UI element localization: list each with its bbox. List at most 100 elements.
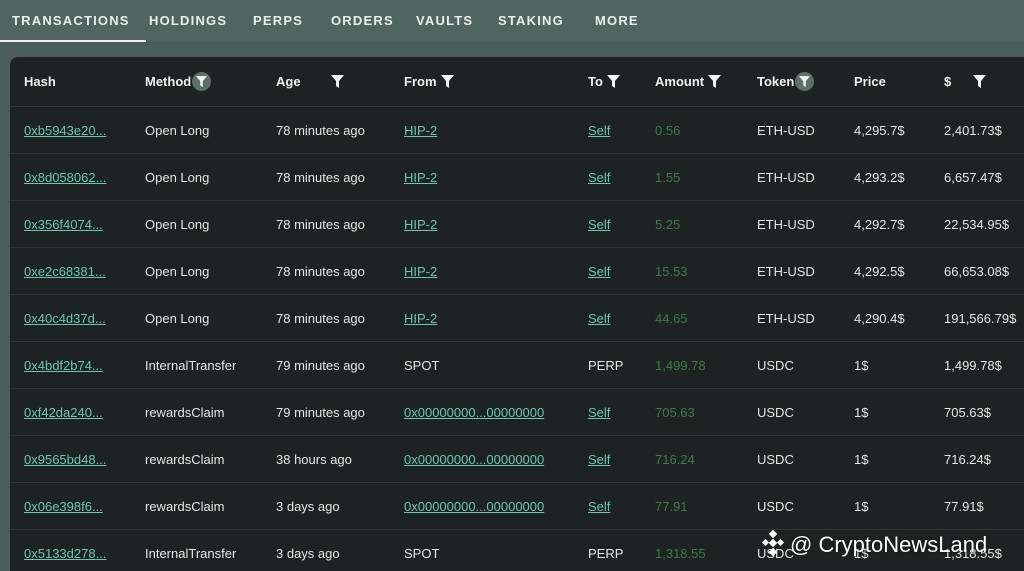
cell-age: 3 days ago (276, 483, 340, 530)
cell-token: ETH-USD (757, 295, 815, 342)
tab-holdings[interactable]: HOLDINGS (149, 0, 227, 42)
cell-method: Open Long (145, 248, 209, 295)
cell-usd: 705.63$ (944, 389, 991, 436)
cell-hash-link[interactable]: 0x06e398f6... (24, 499, 103, 514)
column-header-label: Hash (24, 74, 56, 89)
cell-to-link[interactable]: Self (588, 405, 610, 420)
cell-to: Self (588, 436, 610, 483)
cell-to-link[interactable]: Self (588, 311, 610, 326)
cell-hash-link[interactable]: 0x5133d278... (24, 546, 106, 561)
table-row: 0xe2c68381... Open Long 78 minutes ago HIP-… (10, 248, 1024, 295)
cell-price: 4,292.5$ (854, 248, 905, 295)
cell-method: Open Long (145, 295, 209, 342)
cell-hash-link[interactable]: 0xb5943e20... (24, 123, 106, 138)
cell-amount: 5.25 (655, 201, 680, 248)
cell-hash-link[interactable]: 0x356f4074... (24, 217, 103, 232)
cell-hash: 0x06e398f6... (24, 483, 103, 530)
cell-price: 4,292.7$ (854, 201, 905, 248)
cell-to: Self (588, 389, 610, 436)
cell-hash-link[interactable]: 0xe2c68381... (24, 264, 106, 279)
cell-hash-link[interactable]: 0x4bdf2b74... (24, 358, 103, 373)
cell-amount: 1,318.55 (655, 530, 706, 571)
tab-vaults[interactable]: VAULTS (416, 0, 473, 42)
column-header-label: Price (854, 74, 886, 89)
cell-age: 38 hours ago (276, 436, 352, 483)
cell-age: 78 minutes ago (276, 217, 365, 232)
cell-age: 78 minutes ago (276, 248, 365, 295)
cell-amount: 5.25 (655, 217, 681, 232)
cell-method: InternalTransfer (145, 530, 236, 571)
cell-from-link[interactable]: 0x00000000...00000000 (404, 499, 544, 514)
cell-amount: 1,318.55 (655, 546, 706, 561)
cell-from-link[interactable]: 0x00000000...00000000 (404, 452, 544, 467)
cell-amount: 15.53 (655, 264, 688, 279)
cell-from-link[interactable]: 0x00000000...00000000 (404, 405, 544, 420)
cell-to-link[interactable]: Self (588, 170, 610, 185)
filter-icon[interactable] (440, 57, 454, 107)
filter-icon[interactable] (192, 72, 212, 92)
cell-to-link[interactable]: Self (588, 217, 610, 232)
tab-orders[interactable]: ORDERS (331, 0, 394, 42)
cell-price: 1$ (854, 389, 868, 436)
cell-amount: 0.56 (655, 107, 680, 154)
cell-hash: 0x5133d278... (24, 530, 106, 571)
cell-from-link[interactable]: HIP-2 (404, 217, 437, 232)
tab-staking[interactable]: STAKING (498, 0, 564, 42)
cell-usd: 705.63$ (944, 405, 991, 420)
cell-method: Open Long (145, 201, 209, 248)
cell-to-link[interactable]: Self (588, 123, 610, 138)
table-row: 0x40c4d37d... Open Long 78 minutes ago HIP-… (10, 295, 1024, 342)
column-header-label: Amount (655, 74, 705, 89)
cell-from: HIP-2 (404, 295, 437, 342)
cell-from-link[interactable]: HIP-2 (404, 170, 437, 185)
cell-usd: 77.91$ (944, 499, 984, 514)
column-header-label: Age (276, 74, 301, 89)
tab-more[interactable]: MORE (595, 0, 639, 42)
cell-hash: 0x9565bd48... (24, 436, 106, 483)
cell-amount: 1,499.78 (655, 358, 706, 373)
cell-from-link[interactable]: HIP-2 (404, 264, 437, 279)
cell-token: USDC (757, 499, 794, 514)
cell-usd: 1,499.78$ (944, 342, 1002, 389)
cell-to-link[interactable]: Self (588, 264, 610, 279)
filter-icon[interactable] (708, 57, 722, 107)
cell-token: ETH-USD (757, 217, 815, 232)
cell-hash-link[interactable]: 0xf42da240... (24, 405, 103, 420)
cell-price: 4,293.2$ (854, 154, 905, 201)
filter-icon[interactable] (606, 57, 620, 107)
cell-usd: 77.91$ (944, 483, 984, 530)
cell-hash-link[interactable]: 0x9565bd48... (24, 452, 106, 467)
cell-hash-link[interactable]: 0x40c4d37d... (24, 311, 106, 326)
cell-hash: 0xe2c68381... (24, 248, 106, 295)
cell-amount: 44.65 (655, 311, 688, 326)
cell-from: HIP-2 (404, 201, 437, 248)
cell-age: 79 minutes ago (276, 389, 365, 436)
cell-to-link[interactable]: Self (588, 499, 610, 514)
cell-from-link[interactable]: HIP-2 (404, 311, 437, 326)
brand-logo-icon (760, 529, 786, 562)
cell-to-link[interactable]: Self (588, 452, 610, 467)
cell-from: HIP-2 (404, 154, 437, 201)
cell-amount: 44.65 (655, 295, 688, 342)
filter-icon[interactable] (795, 72, 815, 92)
cell-hash: 0xb5943e20... (24, 107, 106, 154)
column-header-token: Token (757, 57, 815, 107)
cell-age: 79 minutes ago (276, 342, 365, 389)
cell-from: SPOT (404, 342, 439, 389)
filter-icon[interactable] (973, 57, 987, 107)
cell-token: ETH-USD (757, 264, 815, 279)
cell-from-link[interactable]: HIP-2 (404, 123, 437, 138)
column-header-price: Price (854, 57, 886, 107)
tab-perps[interactable]: PERPS (253, 0, 303, 42)
cell-amount: 705.63 (655, 389, 695, 436)
cell-age: 79 minutes ago (276, 358, 365, 373)
cell-amount: 77.91 (655, 499, 688, 514)
cell-token: ETH-USD (757, 248, 815, 295)
column-header-from: From (404, 57, 454, 107)
tab-transactions[interactable]: TRANSACTIONS (0, 0, 146, 42)
cell-token: ETH-USD (757, 123, 815, 138)
filter-icon[interactable] (330, 57, 344, 107)
cell-price: 1$ (854, 499, 869, 514)
cell-hash-link[interactable]: 0x8d058062... (24, 170, 106, 185)
cell-method: rewardsClaim (145, 389, 224, 436)
